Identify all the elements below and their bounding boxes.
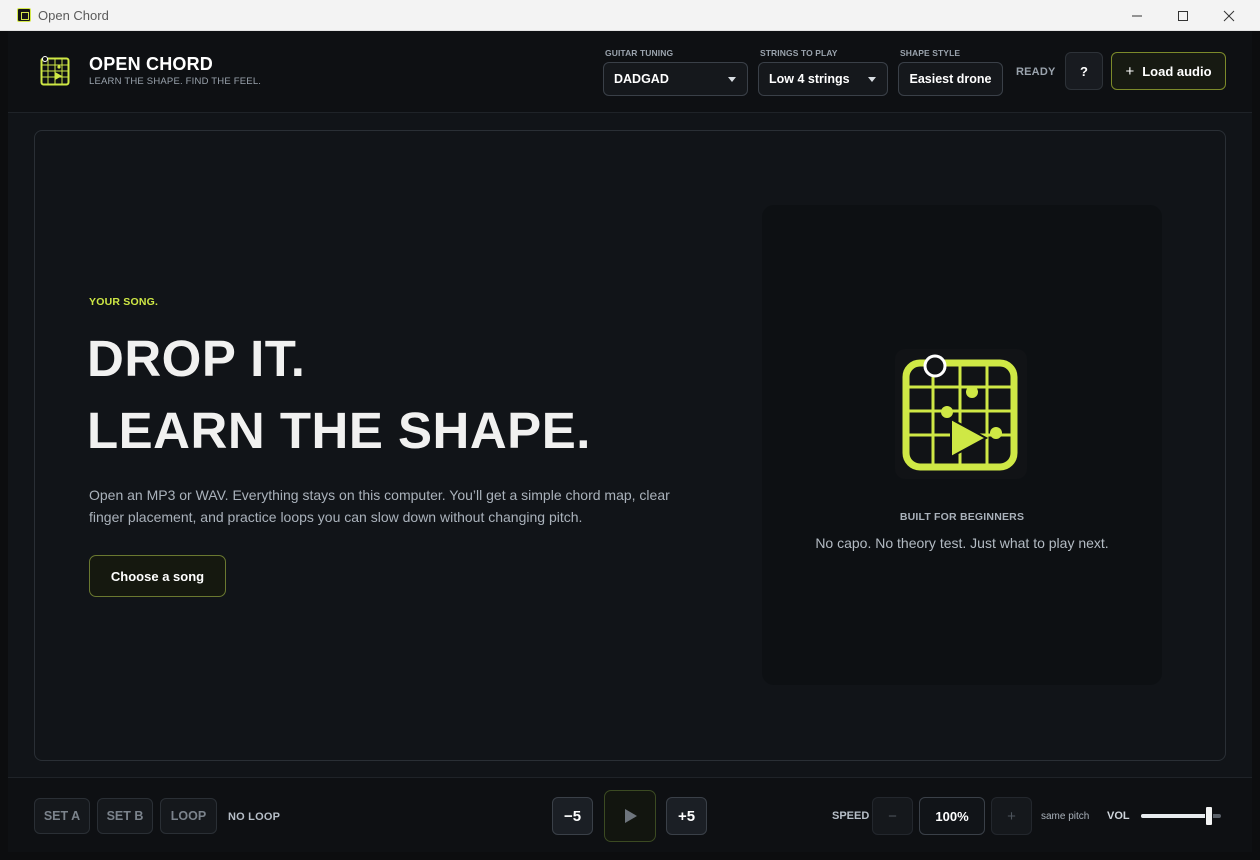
skip-back-label: −5 [563, 807, 582, 825]
speed-decrease-button[interactable]: − [872, 797, 913, 835]
intro-paragraph: Open an MP3 or WAV. Everything stays on … [89, 487, 670, 525]
headline-line-1: DROP IT. [87, 330, 306, 387]
strings-select[interactable]: Low 4 strings [758, 62, 888, 96]
app-window: Open Chord OPEN CHORD LEARN THE SHAPE. F… [0, 0, 1260, 860]
set-b-label: SET B [106, 809, 144, 823]
app-logo-icon [17, 8, 31, 22]
tuning-label: GUITAR TUNING [605, 48, 674, 58]
skip-forward-label: +5 [677, 807, 696, 825]
skip-forward-button[interactable]: +5 [666, 797, 707, 835]
plus-icon: + [1125, 62, 1135, 80]
shape-style-label: SHAPE STYLE [900, 48, 961, 58]
maximize-button[interactable] [1160, 0, 1206, 31]
choose-song-label: Choose a song [110, 568, 205, 584]
speed-value[interactable]: 100% [919, 797, 985, 835]
panel-title: BUILT FOR BEGINNERS [899, 511, 1025, 523]
headline-line-2: LEARN THE SHAPE. [87, 402, 591, 459]
shape-style-button[interactable]: Easiest drone [898, 62, 1003, 96]
speed-label: SPEED [832, 810, 870, 822]
skip-back-button[interactable]: −5 [552, 797, 593, 835]
tuning-value: DADGAD [614, 72, 669, 86]
app-body: OPEN CHORD LEARN THE SHAPE. FIND THE FEE… [8, 31, 1252, 852]
loop-label: LOOP [170, 809, 207, 823]
chevron-down-icon [868, 77, 876, 82]
tuning-select[interactable]: DADGAD [603, 62, 748, 96]
beginner-panel: BUILT FOR BEGINNERS No capo. No theory t… [762, 205, 1162, 685]
set-a-label: SET A [43, 809, 81, 823]
loop-status: NO LOOP [228, 811, 281, 823]
help-button[interactable]: ? [1065, 52, 1103, 90]
plus-icon: + [1007, 807, 1016, 825]
drop-zone-card[interactable]: YOUR SONG. DROP IT. LEARN THE SHAPE. Ope… [34, 130, 1226, 761]
shape-style-value: Easiest drone [909, 72, 992, 86]
pitch-note: same pitch [1041, 811, 1090, 822]
help-label: ? [1080, 63, 1088, 79]
minimize-icon [1132, 15, 1142, 16]
volume-slider[interactable] [1141, 806, 1221, 826]
maximize-icon [1178, 10, 1188, 21]
status-indicator: READY [1016, 66, 1056, 78]
loop-button[interactable]: LOOP [160, 798, 217, 834]
minus-icon: − [888, 807, 897, 825]
transport-bar: SET A SET B LOOP NO LOOP −5 +5 SPEED − 1… [8, 777, 1252, 852]
strings-value: Low 4 strings [769, 72, 850, 86]
minimize-button[interactable] [1114, 0, 1160, 31]
brand-name: OPEN CHORD [89, 54, 214, 74]
set-b-button[interactable]: SET B [97, 798, 153, 834]
title-bar: Open Chord [0, 0, 1260, 31]
play-button[interactable] [604, 790, 656, 842]
volume-fill [1141, 814, 1209, 818]
close-button[interactable] [1206, 0, 1252, 31]
load-audio-button[interactable]: + Load audio [1111, 52, 1226, 90]
strings-label: STRINGS TO PLAY [760, 48, 838, 58]
chord-grid-play-icon [895, 349, 1027, 479]
eyebrow-text: YOUR SONG. [89, 296, 159, 308]
panel-subtitle: No capo. No theory test. Just what to pl… [815, 535, 1109, 551]
load-audio-label: Load audio [1142, 63, 1212, 79]
chevron-down-icon [728, 77, 736, 82]
volume-thumb[interactable] [1205, 806, 1213, 826]
app-header: OPEN CHORD LEARN THE SHAPE. FIND THE FEE… [8, 31, 1252, 113]
volume-label: VOL [1107, 810, 1130, 822]
chord-grid-play-icon [40, 56, 70, 86]
speed-value-text: 100% [935, 808, 969, 824]
set-a-button[interactable]: SET A [34, 798, 90, 834]
window-title: Open Chord [38, 8, 109, 23]
choose-song-button[interactable]: Choose a song [89, 555, 226, 597]
brand-tagline: LEARN THE SHAPE. FIND THE FEEL. [89, 76, 262, 87]
speed-increase-button[interactable]: + [991, 797, 1032, 835]
play-icon [625, 809, 637, 823]
close-icon [1223, 10, 1235, 21]
